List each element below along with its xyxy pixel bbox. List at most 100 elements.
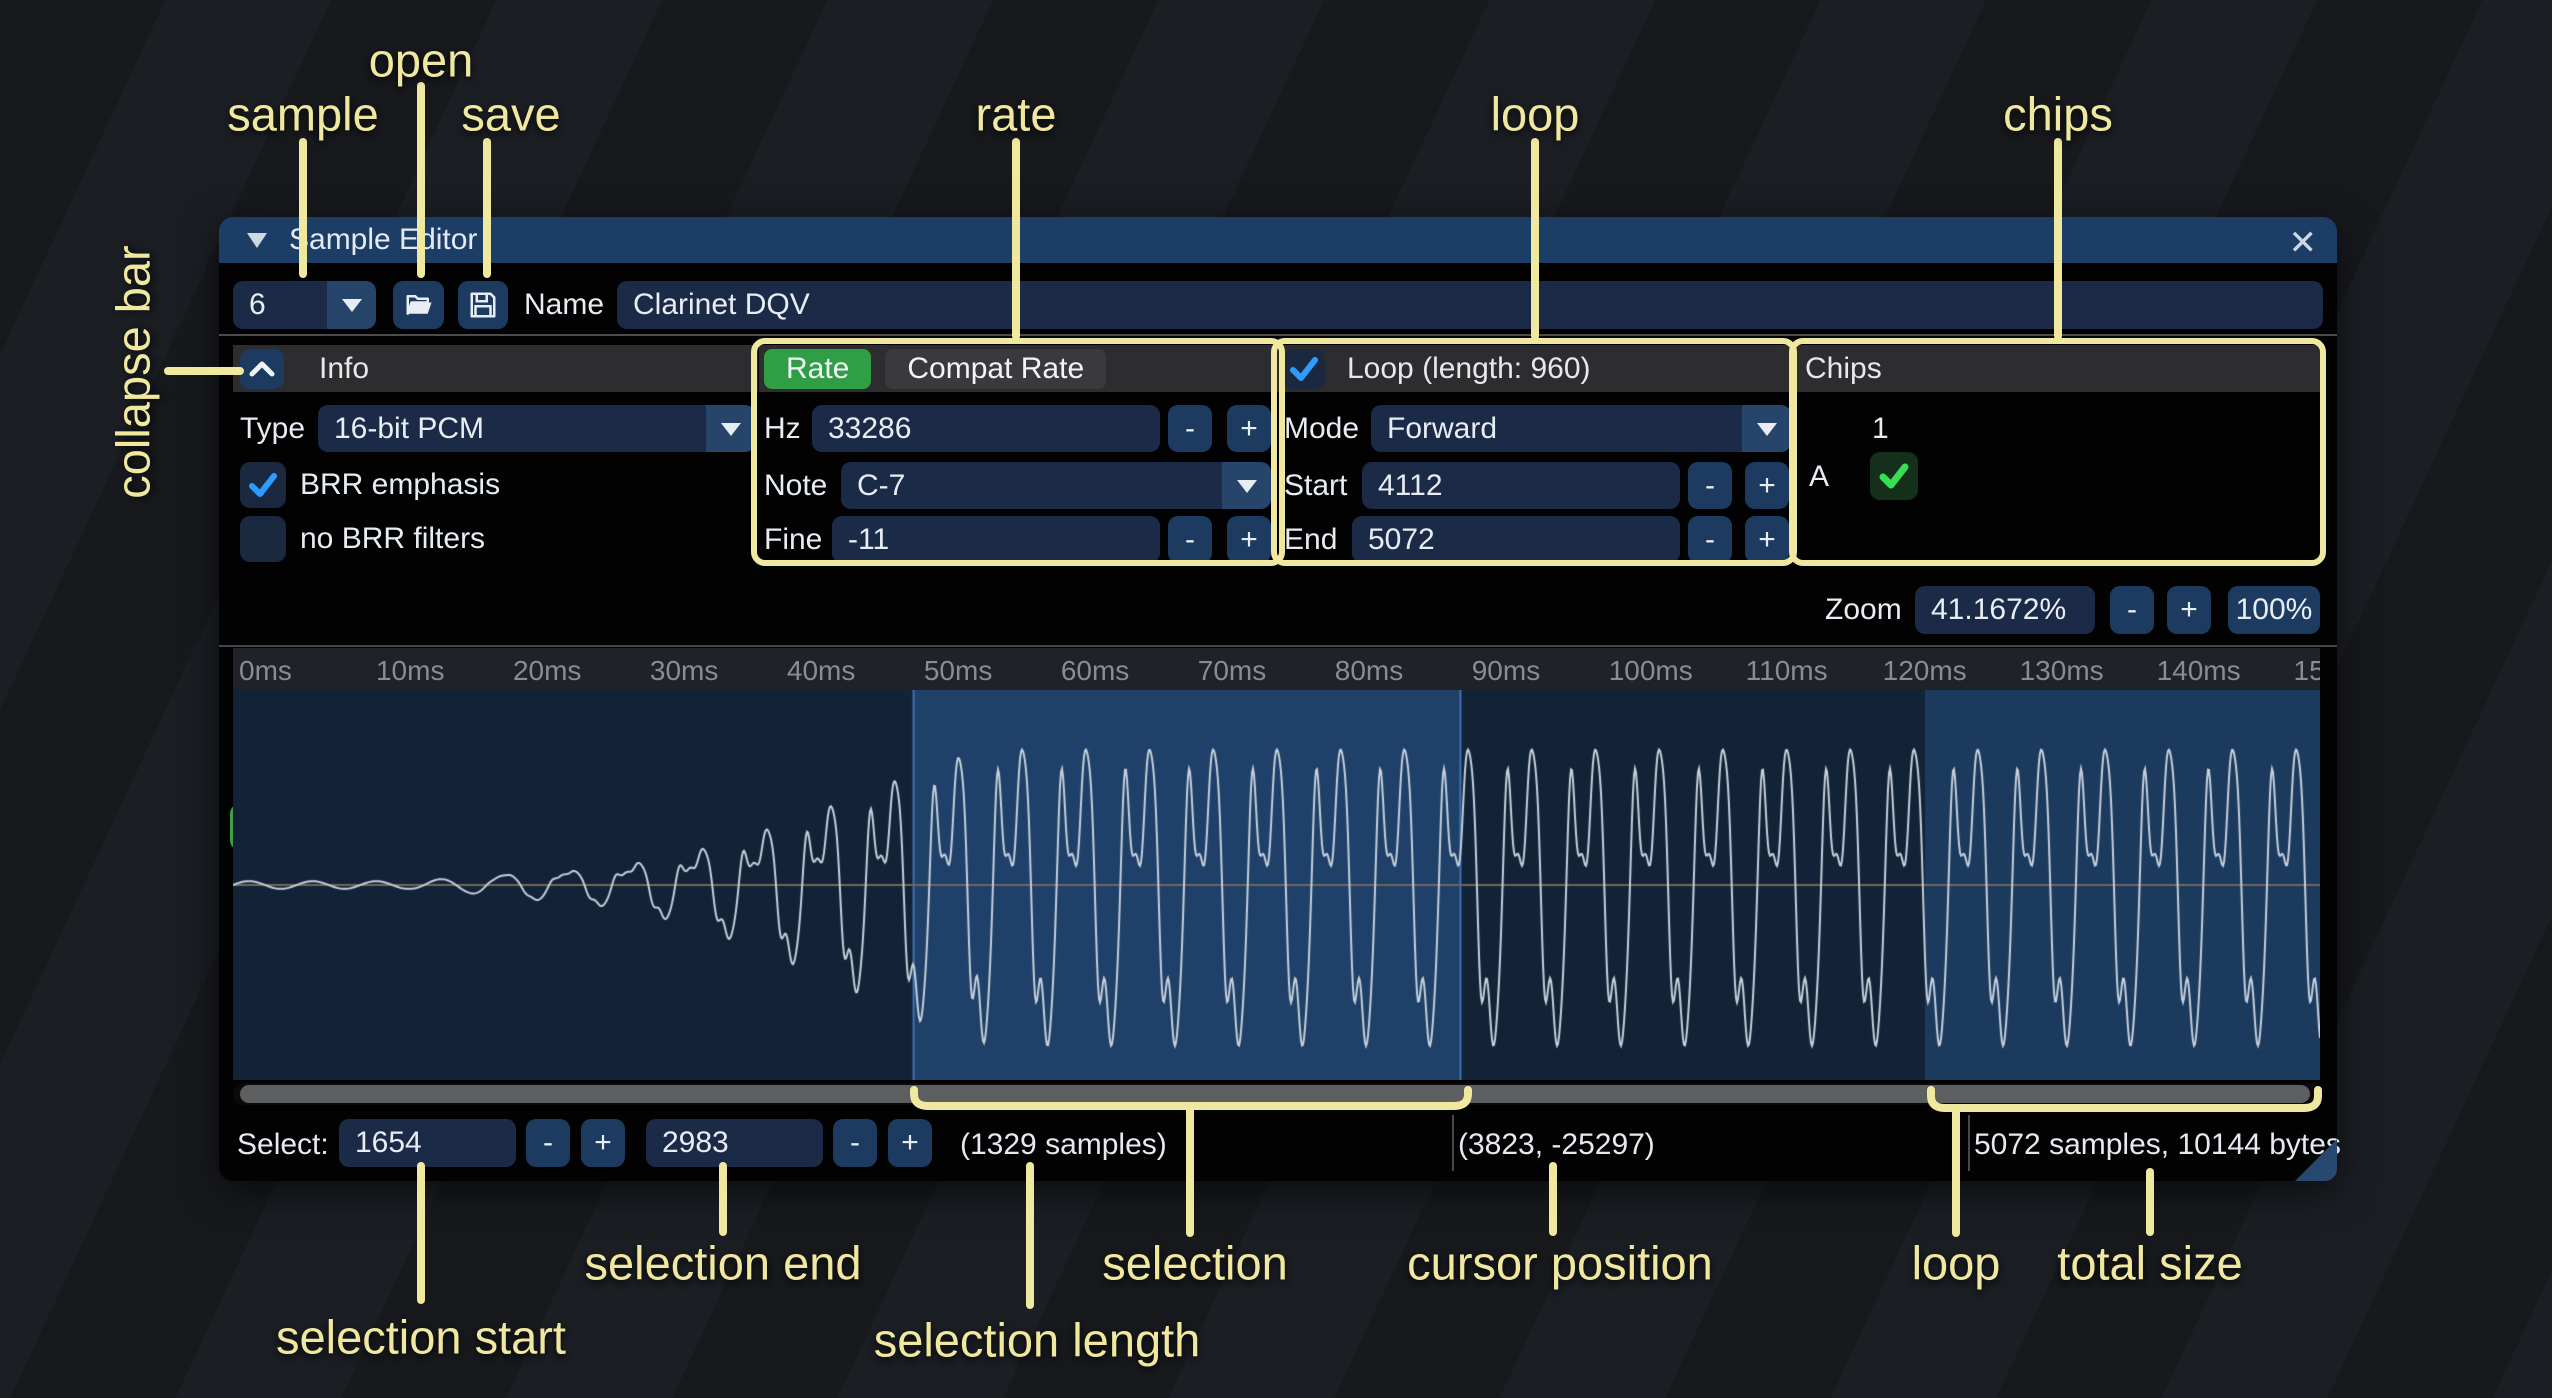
checkmark-icon [1877, 459, 1911, 493]
window-title: Sample Editor [289, 223, 477, 257]
save-button[interactable] [458, 281, 508, 329]
loop-start-value: 4112 [1378, 469, 1443, 503]
dropdown-arrow-icon[interactable] [1742, 405, 1791, 452]
loop-checkbox[interactable] [1283, 349, 1325, 389]
tab-rate[interactable]: Rate [764, 349, 871, 389]
info-header-label: Info [319, 352, 369, 386]
annotation-label-cursor-position: cursor position [1407, 1236, 1713, 1291]
zoom-reset-button[interactable]: 100% [2228, 586, 2320, 634]
loop-end-plus-button[interactable]: + [1745, 516, 1789, 563]
annotation-label-selection-end: selection end [585, 1236, 862, 1291]
dropdown-arrow-icon[interactable] [706, 405, 755, 452]
ruler-tick-label: 140ms [2157, 655, 2241, 687]
zoom-out-button[interactable]: - [2110, 586, 2154, 634]
hz-minus-button[interactable]: - [1168, 405, 1212, 452]
total-size-text: 5072 samples, 10144 bytes [1974, 1128, 2341, 1162]
time-ruler: 0ms10ms20ms30ms40ms50ms60ms70ms80ms90ms1… [233, 648, 2320, 690]
ruler-tick-label: 0ms [239, 655, 292, 687]
note-dropdown[interactable]: C-7 [841, 462, 1271, 509]
close-icon[interactable]: ✕ [2289, 223, 2318, 263]
selection-end-value: 2983 [662, 1126, 729, 1160]
loop-start-minus-button[interactable]: - [1688, 462, 1732, 509]
window-titlebar[interactable]: Sample Editor ✕ [219, 217, 2337, 263]
selection-start-plus-button[interactable]: + [581, 1119, 625, 1167]
selection-start-minus-button[interactable]: - [526, 1119, 570, 1167]
fine-plus-button[interactable]: + [1227, 516, 1271, 563]
no-brr-filters-label: no BRR filters [300, 516, 485, 562]
mode-dropdown[interactable]: Forward [1371, 405, 1791, 452]
zoom-input[interactable]: 41.1672% [1915, 586, 2095, 634]
brr-emphasis-label: BRR emphasis [300, 462, 500, 508]
sample-index-dropdown[interactable]: 6 [233, 281, 376, 329]
no-brr-filters-checkbox[interactable] [240, 516, 286, 562]
dropdown-arrow-icon[interactable] [1222, 462, 1271, 509]
ruler-tick-label: 100ms [1609, 655, 1693, 687]
type-dropdown[interactable]: 16-bit PCM [318, 405, 755, 452]
chips-header-label: Chips [1805, 352, 1882, 386]
fine-input[interactable]: -11 [832, 516, 1160, 563]
waveform-display[interactable] [233, 690, 2320, 1080]
select-label: Select: [237, 1128, 329, 1162]
checkmark-icon [247, 469, 279, 501]
selection-end-input[interactable]: 2983 [646, 1119, 823, 1167]
annotation-label-selection: selection [1102, 1236, 1288, 1291]
brr-emphasis-checkbox[interactable] [240, 462, 286, 508]
zoom-in-button[interactable]: + [2167, 586, 2211, 634]
collapse-bar-button[interactable] [240, 349, 284, 389]
ruler-tick-label: 10ms [376, 655, 444, 687]
sample-editor-window: Sample Editor ✕ 6 Name Clarinet DQV [219, 217, 2337, 1181]
hz-plus-button[interactable]: + [1227, 405, 1271, 452]
ruler-tick-label: 80ms [1335, 655, 1403, 687]
desktop-background: Sample Editor ✕ 6 Name Clarinet DQV [0, 0, 2552, 1398]
annotation-label-collapse-bar: collapse bar [106, 245, 161, 498]
tab-compat-rate[interactable]: Compat Rate [885, 349, 1106, 389]
annotation-label-selection-length: selection length [874, 1313, 1201, 1368]
loop-end-input[interactable]: 5072 [1352, 516, 1680, 563]
mode-value: Forward [1387, 412, 1497, 446]
sample-index-value: 6 [249, 288, 266, 322]
rate-panel-header: Rate Compat Rate [759, 345, 1272, 392]
selection-end-plus-button[interactable]: + [888, 1119, 932, 1167]
loop-start-plus-button[interactable]: + [1745, 462, 1789, 509]
annotation-label-rate: rate [976, 87, 1057, 142]
ruler-tick-label: 20ms [513, 655, 581, 687]
annotation-label-loop-bottom: loop [1912, 1236, 2001, 1291]
ruler-tick-label: 150ms [2294, 655, 2320, 687]
hz-input[interactable]: 33286 [812, 405, 1160, 452]
selection-start-value: 1654 [355, 1126, 422, 1160]
mode-label: Mode [1284, 405, 1359, 452]
loop-end-value: 5072 [1368, 523, 1435, 557]
zoom-label: Zoom [1825, 586, 1902, 634]
waveform-scrollbar[interactable] [233, 1083, 2320, 1105]
ruler-tick-label: 90ms [1472, 655, 1540, 687]
annotation-label-open: open [369, 33, 474, 88]
note-label: Note [764, 462, 827, 509]
sample-name-value: Clarinet DQV [633, 288, 810, 322]
chips-row-label: A [1809, 455, 1829, 499]
dropdown-arrow-icon[interactable] [327, 281, 376, 329]
info-panel-header: Info [233, 345, 758, 392]
window-collapse-triangle-icon[interactable] [245, 230, 269, 250]
open-button[interactable] [393, 281, 444, 329]
loop-start-label: Start [1284, 462, 1347, 509]
annotation-label-chips: chips [2003, 87, 2113, 142]
window-resize-grip[interactable] [2295, 1139, 2337, 1181]
chevron-up-icon [249, 360, 275, 378]
ruler-tick-label: 40ms [787, 655, 855, 687]
annotation-label-selection-start: selection start [276, 1310, 566, 1365]
chip-enable-checkbox[interactable] [1870, 452, 1918, 500]
chips-panel-header: Chips [1795, 345, 2323, 392]
loop-end-minus-button[interactable]: - [1688, 516, 1732, 563]
selection-end-minus-button[interactable]: - [833, 1119, 877, 1167]
scrollbar-thumb[interactable] [240, 1085, 2310, 1103]
selection-length-text: (1329 samples) [960, 1128, 1167, 1162]
selection-start-input[interactable]: 1654 [339, 1119, 516, 1167]
fine-value: -11 [848, 523, 889, 557]
sample-name-input[interactable]: Clarinet DQV [617, 281, 2323, 329]
fine-label: Fine [764, 516, 822, 563]
type-value: 16-bit PCM [334, 412, 484, 446]
loop-start-input[interactable]: 4112 [1362, 462, 1680, 509]
ruler-tick-label: 120ms [1883, 655, 1967, 687]
fine-minus-button[interactable]: - [1168, 516, 1212, 563]
cursor-position-text: (3823, -25297) [1458, 1128, 1655, 1162]
